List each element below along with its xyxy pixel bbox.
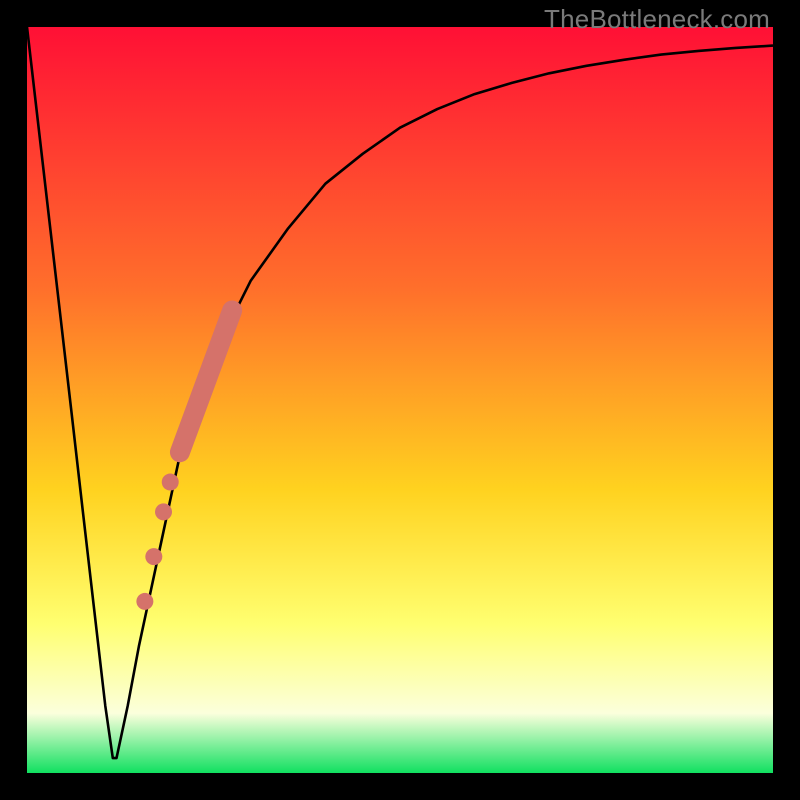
- marker-dot-4: [136, 593, 153, 610]
- watermark-text: TheBottleneck.com: [544, 4, 770, 35]
- chart-frame: TheBottleneck.com: [0, 0, 800, 800]
- marker-dot-1: [162, 474, 179, 491]
- marker-dot-2: [155, 503, 172, 520]
- gradient-background: [27, 27, 773, 773]
- chart-plot: [27, 27, 773, 773]
- marker-dot-3: [145, 548, 162, 565]
